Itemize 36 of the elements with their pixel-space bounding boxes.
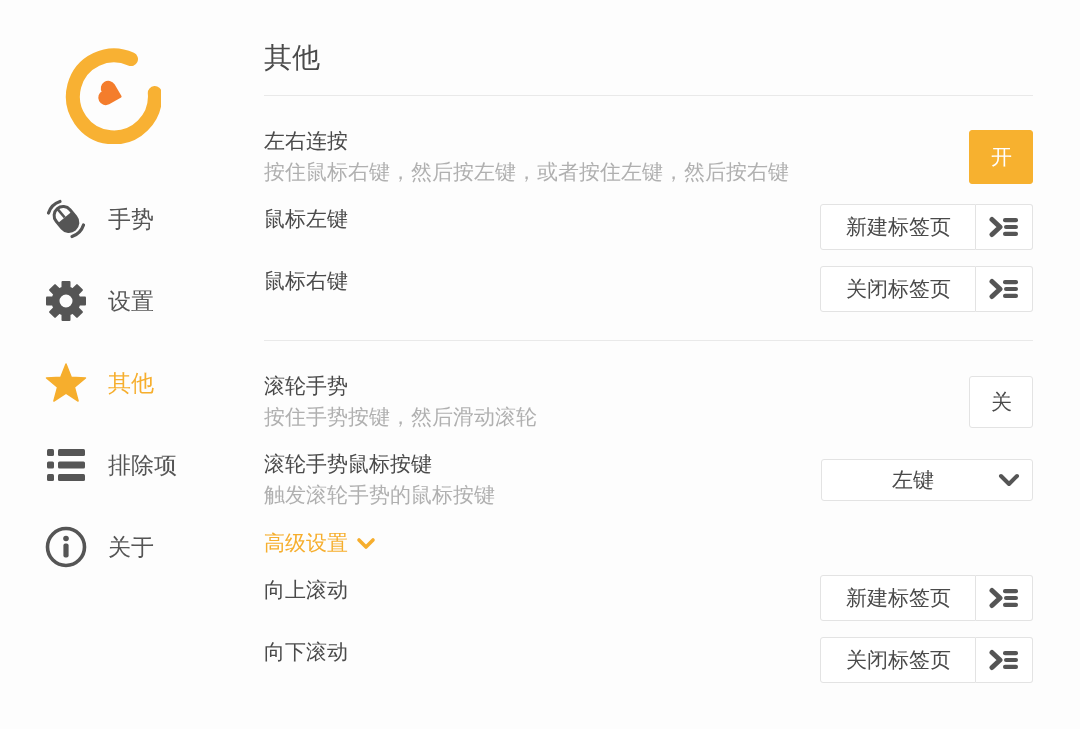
chevron-lines-icon: [989, 278, 1019, 300]
action-menu-button[interactable]: [976, 266, 1033, 312]
setting-label: 向下滚动: [264, 639, 348, 665]
mouse-icon: [45, 198, 87, 240]
dropdown[interactable]: 左键: [821, 459, 1033, 501]
settings-icon: [45, 280, 87, 322]
chevron-lines-icon: [989, 649, 1019, 671]
setting-description: 按住鼠标右键，然后按左键，或者按住左键，然后按右键: [264, 159, 789, 185]
setting-label: 滚轮手势: [264, 373, 348, 399]
action-button[interactable]: 新建标签页: [820, 575, 976, 621]
action-menu-button[interactable]: [976, 204, 1033, 250]
action-menu-button[interactable]: [976, 637, 1033, 683]
logo-icon: [65, 48, 161, 144]
chevron-lines-icon: [989, 216, 1019, 238]
sidebar-item[interactable]: 手势: [30, 178, 166, 260]
sidebar-item[interactable]: 排除项: [30, 424, 189, 506]
action-button[interactable]: 新建标签页: [820, 204, 976, 250]
setting-label: 滚轮手势鼠标按键: [264, 451, 432, 477]
setting-label: 向上滚动: [264, 577, 348, 603]
action-button[interactable]: 关闭标签页: [820, 637, 976, 683]
setting-label: 左右连按: [264, 128, 348, 154]
toggle-button[interactable]: 关: [969, 376, 1033, 428]
setting-description: 按住手势按键，然后滑动滚轮: [264, 404, 537, 430]
setting-label: 鼠标左键: [264, 206, 348, 232]
chevron-lines-icon: [989, 587, 1019, 609]
setting-description: 触发滚轮手势的鼠标按键: [264, 482, 495, 508]
chevron-down-icon: [356, 536, 376, 550]
action-button[interactable]: 关闭标签页: [820, 266, 976, 312]
action-menu-button[interactable]: [976, 575, 1033, 621]
setting-label: 鼠标右键: [264, 268, 348, 294]
chevron-down-icon: [998, 473, 1020, 487]
page-title: 其他: [264, 41, 320, 75]
sidebar-item[interactable]: 关于: [30, 506, 166, 588]
star-icon: [45, 362, 87, 404]
sidebar-item[interactable]: 设置: [30, 260, 166, 342]
info-icon: [45, 526, 87, 568]
